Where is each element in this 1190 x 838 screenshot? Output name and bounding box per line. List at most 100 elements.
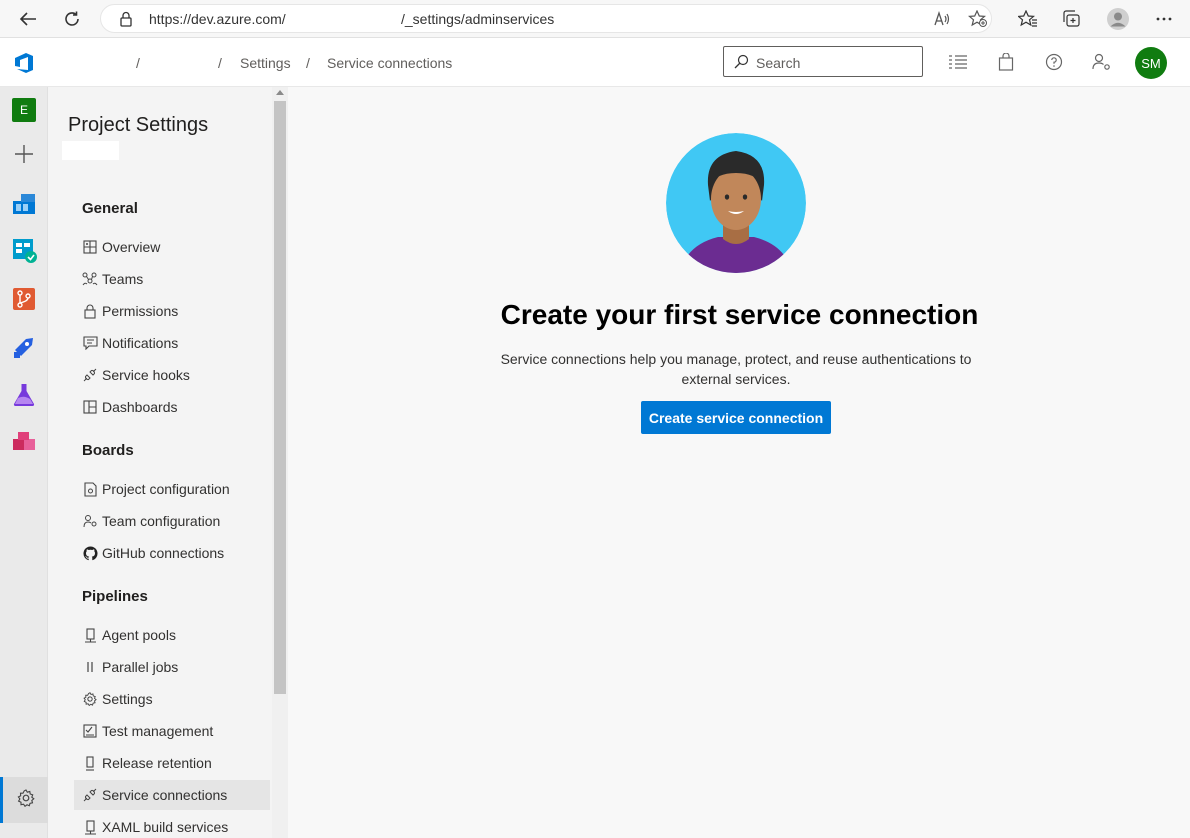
task-list-icon[interactable] (947, 51, 969, 73)
test-plans-hub-icon[interactable] (12, 383, 36, 407)
nav-item-teams[interactable]: Teams (74, 264, 270, 294)
test-icon (80, 716, 100, 746)
breadcrumb-separator: / (136, 55, 140, 71)
boards-hub-icon[interactable] (12, 238, 37, 263)
section-general: General (82, 200, 138, 217)
favorites-icon[interactable] (1013, 4, 1043, 34)
nav-item-label: Notifications (102, 335, 179, 351)
scroll-up-icon[interactable] (276, 90, 284, 95)
url-path: /_settings/adminservices (401, 11, 555, 27)
repos-hub-icon[interactable] (12, 287, 36, 311)
nav-item-github-connections[interactable]: GitHub connections (74, 538, 270, 568)
overview-icon (80, 232, 100, 262)
teams-icon (80, 264, 100, 294)
nav-item-label: Parallel jobs (102, 659, 179, 675)
nav-item-label: Agent pools (102, 627, 176, 643)
org-avatar[interactable]: E (12, 98, 36, 122)
project-name-redacted (62, 141, 119, 160)
project-settings-button[interactable] (0, 777, 48, 823)
user-avatar[interactable]: SM (1135, 47, 1167, 79)
main-content: Create your first service connection Ser… (289, 87, 1190, 838)
breadcrumb-service-connections[interactable]: Service connections (327, 55, 452, 71)
help-icon[interactable] (1043, 51, 1065, 73)
nav-item-label: Dashboards (102, 399, 178, 415)
nav-item-team-configuration[interactable]: Team configuration (74, 506, 270, 536)
nav-item-service-connections[interactable]: Service connections (74, 780, 270, 810)
nav-item-agent-pools[interactable]: Agent pools (74, 620, 270, 650)
collections-icon[interactable] (1057, 4, 1087, 34)
search-icon (734, 54, 749, 74)
artifacts-hub-icon[interactable] (12, 431, 36, 455)
lock-icon (119, 11, 133, 32)
left-rail: E (0, 87, 48, 838)
nav-item-label: Overview (102, 239, 161, 255)
retention-icon (80, 748, 100, 778)
breadcrumb-settings[interactable]: Settings (240, 55, 291, 71)
nav-item-parallel-jobs[interactable]: Parallel jobs (74, 652, 270, 682)
project-settings-nav: Project Settings General Overview Teams … (48, 87, 288, 838)
nav-item-dashboards[interactable]: Dashboards (74, 392, 270, 422)
create-service-connection-button[interactable]: Create service connection (641, 401, 831, 434)
add-icon[interactable] (12, 142, 36, 166)
search-input[interactable]: Search (723, 46, 923, 77)
team-config-icon (80, 506, 100, 536)
nav-item-xaml-build-services[interactable]: XAML build services (74, 812, 270, 838)
nav-item-settings[interactable]: Settings (74, 684, 270, 714)
nav-title: Project Settings (68, 114, 209, 136)
search-placeholder: Search (756, 55, 801, 71)
breadcrumb-separator: / (306, 55, 310, 71)
nav-item-notifications[interactable]: Notifications (74, 328, 270, 358)
nav-item-label: Service connections (102, 787, 228, 803)
refresh-icon[interactable] (57, 4, 87, 34)
nav-item-release-retention[interactable]: Release retention (74, 748, 270, 778)
agent-pool-icon (80, 812, 100, 838)
nav-item-test-management[interactable]: Test management (74, 716, 270, 746)
nav-item-label: Project configuration (102, 481, 230, 497)
plug-icon (80, 780, 100, 810)
agent-pool-icon (80, 620, 100, 650)
nav-item-label: Test management (102, 723, 214, 739)
nav-scrollbar[interactable] (272, 87, 288, 838)
nav-item-project-configuration[interactable]: Project configuration (74, 474, 270, 504)
browser-toolbar: https://dev.azure.com/ /_settings/admins… (0, 0, 1190, 38)
read-aloud-icon[interactable] (933, 10, 951, 33)
empty-state-description: Service connections help you manage, pro… (500, 351, 972, 387)
app-header: / / Settings / Service connections Searc… (0, 38, 1190, 87)
nav-item-label: Team configuration (102, 513, 221, 529)
project-config-icon (80, 474, 100, 504)
nav-item-label: Settings (102, 691, 153, 707)
marketplace-icon[interactable] (995, 51, 1017, 73)
plug-icon (80, 360, 100, 390)
back-icon[interactable] (13, 4, 43, 34)
azure-devops-logo-icon[interactable] (13, 52, 35, 74)
nav-item-label: GitHub connections (102, 545, 225, 561)
user-settings-icon[interactable] (1091, 51, 1113, 73)
profile-icon[interactable] (1103, 4, 1133, 34)
pipelines-hub-icon[interactable] (12, 335, 36, 359)
add-favorite-icon[interactable] (968, 9, 988, 33)
nav-item-label: Permissions (102, 303, 179, 319)
nav-item-permissions[interactable]: Permissions (74, 296, 270, 326)
gear-icon (80, 684, 100, 714)
parallel-icon (80, 652, 100, 682)
nav-item-label: Release retention (102, 755, 212, 771)
dashboard-icon (80, 392, 100, 422)
nav-item-overview[interactable]: Overview (74, 232, 270, 262)
overview-hub-icon[interactable] (12, 191, 36, 215)
address-bar[interactable]: https://dev.azure.com/ /_settings/admins… (100, 4, 992, 33)
nav-item-label: Service hooks (102, 367, 190, 383)
breadcrumb-separator: / (218, 55, 222, 71)
nav-item-service-hooks[interactable]: Service hooks (74, 360, 270, 390)
lock-icon (80, 296, 100, 326)
notification-icon (80, 328, 100, 358)
nav-item-label: Teams (102, 271, 144, 287)
github-icon (80, 538, 100, 568)
section-pipelines: Pipelines (82, 588, 148, 605)
more-icon[interactable] (1149, 4, 1179, 34)
nav-item-label: XAML build services (102, 819, 229, 835)
section-boards: Boards (82, 442, 134, 459)
url-host: https://dev.azure.com/ (149, 11, 286, 27)
person-illustration (666, 133, 806, 273)
scroll-thumb[interactable] (274, 101, 286, 694)
empty-state-title: Create your first service connection (500, 299, 979, 330)
